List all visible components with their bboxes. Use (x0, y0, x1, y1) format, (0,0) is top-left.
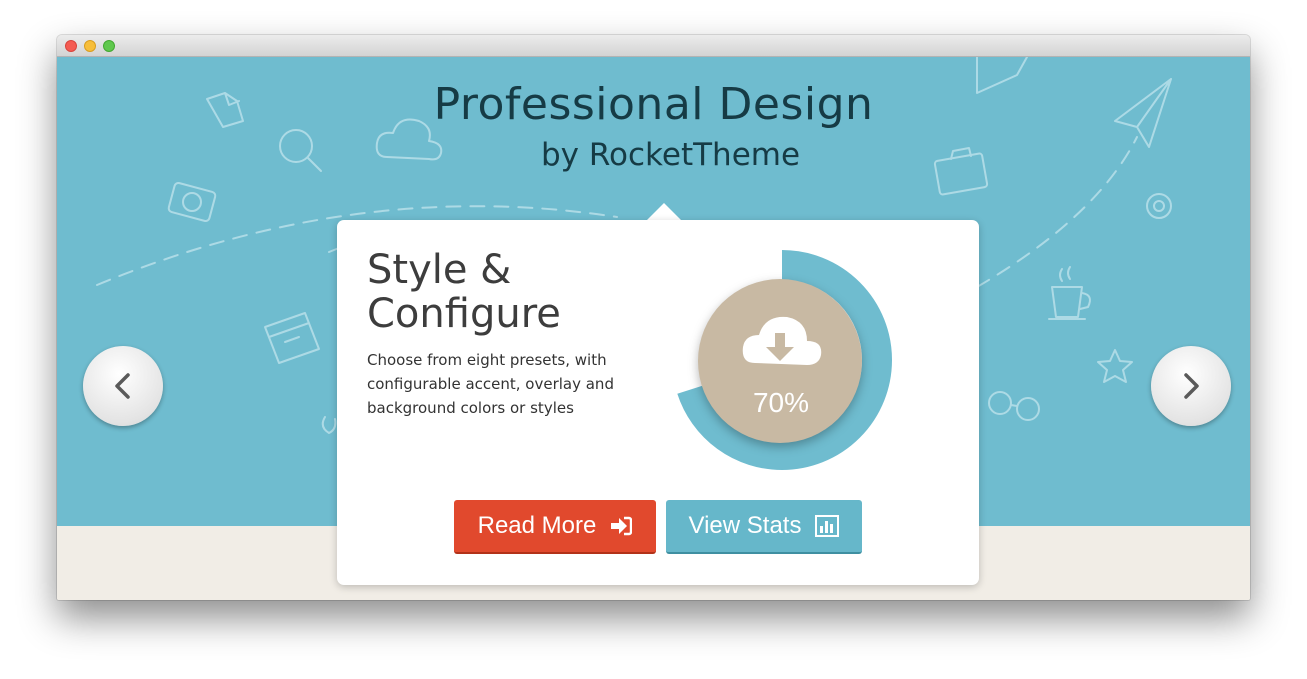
glasses-icon (988, 391, 1012, 415)
hero-title: Professional Design (433, 79, 874, 130)
partial-doodle-2 (321, 416, 337, 434)
camera-icon (167, 181, 217, 223)
progress-donut: 70% (672, 250, 892, 470)
card-pointer (647, 203, 681, 220)
maximize-window-button[interactable] (103, 40, 115, 52)
feature-card: Style & Configure Choose from eight pres… (337, 220, 979, 585)
previous-slide-button[interactable] (83, 346, 163, 426)
dashed-path-right (976, 136, 1138, 288)
read-more-label: Read More (477, 512, 597, 539)
box-icon (264, 312, 320, 364)
card-description: Choose from eight presets, with configur… (367, 351, 614, 417)
close-window-button[interactable] (65, 40, 77, 52)
chevron-right-icon (1184, 373, 1199, 399)
star-icon (1097, 349, 1133, 383)
gear-doodle-icon (1146, 193, 1172, 219)
sign-in-icon (611, 516, 633, 536)
browser-window: Professional Design by RocketTheme Style… (57, 35, 1250, 600)
view-stats-label: View Stats (688, 512, 802, 539)
card-title: Style & Configure (367, 247, 561, 337)
window-titlebar (57, 35, 1250, 57)
magnifier-icon (279, 129, 313, 163)
briefcase-icon (933, 152, 989, 196)
view-stats-button[interactable]: View Stats (666, 500, 862, 554)
cup-icon (1048, 286, 1091, 320)
minimize-window-button[interactable] (84, 40, 96, 52)
progress-label: 70% (753, 387, 809, 418)
read-more-button[interactable]: Read More (454, 500, 656, 554)
next-slide-button[interactable] (1151, 346, 1231, 426)
chevron-left-icon (115, 373, 130, 399)
hero-subtitle: by RocketTheme (541, 137, 801, 173)
bar-chart-icon (815, 515, 840, 537)
